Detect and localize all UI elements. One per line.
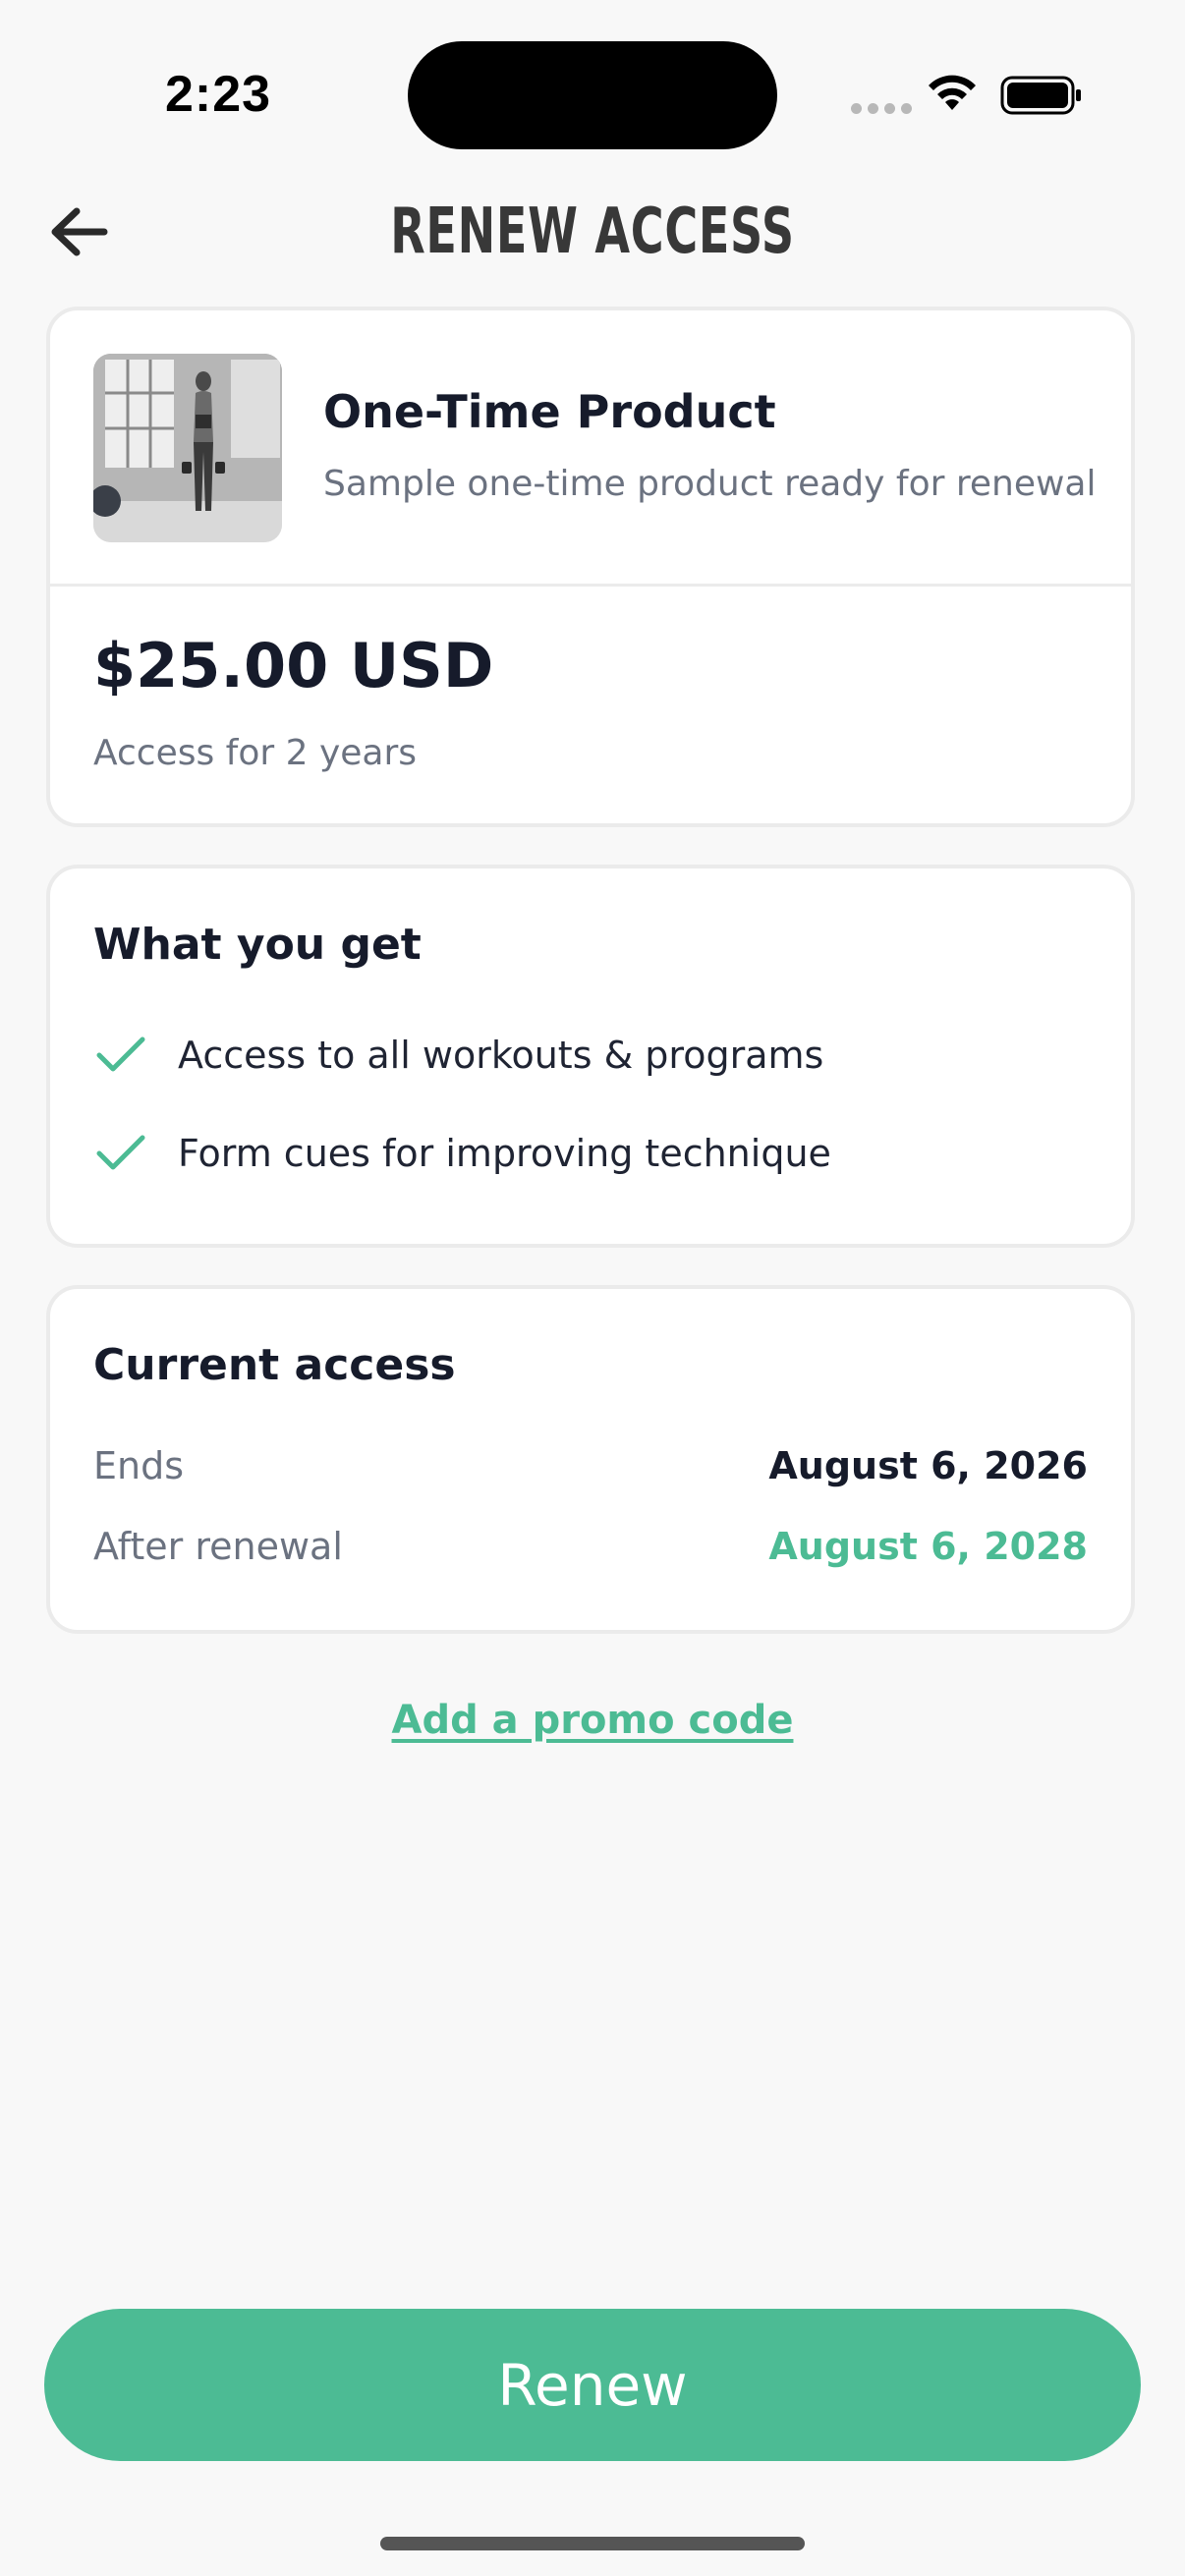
checkmark-icon <box>93 1034 148 1077</box>
product-description: Sample one-time product ready for renewa… <box>323 464 1097 504</box>
status-time: 2:23 <box>165 66 272 123</box>
signal-dots-icon <box>851 103 912 114</box>
access-row-after-renewal: After renewal August 6, 2028 <box>93 1517 1088 1576</box>
dynamic-island <box>408 41 777 149</box>
current-access-heading: Current access <box>93 1340 456 1390</box>
price: $25.00 USD <box>93 630 494 701</box>
current-access-card: Current access Ends August 6, 2026 After… <box>46 1285 1135 1634</box>
product-card: One-Time Product Sample one-time product… <box>46 307 1135 827</box>
access-end-date: August 6, 2026 <box>768 1444 1088 1487</box>
renew-button[interactable]: Renew <box>44 2309 1141 2461</box>
battery-icon <box>1000 76 1081 115</box>
checkmark-icon <box>93 1132 148 1175</box>
wifi-icon <box>929 75 976 110</box>
product-image <box>93 354 282 542</box>
home-indicator <box>380 2537 805 2550</box>
benefit-item: Access to all workouts & programs <box>93 1026 823 1085</box>
promo-code-link[interactable]: Add a promo code <box>0 1698 1185 1743</box>
status-bar: 2:23 <box>0 0 1185 187</box>
access-renewal-date: August 6, 2028 <box>768 1525 1088 1568</box>
access-label: Ends <box>93 1444 185 1487</box>
access-label: After renewal <box>93 1525 343 1568</box>
back-button[interactable] <box>39 196 118 267</box>
benefits-card: What you get Access to all workouts & pr… <box>46 865 1135 1248</box>
benefit-item: Form cues for improving technique <box>93 1124 831 1183</box>
benefits-heading: What you get <box>93 920 422 970</box>
divider <box>50 584 1131 587</box>
arrow-left-icon <box>51 207 108 256</box>
benefit-text: Access to all workouts & programs <box>178 1034 824 1077</box>
benefit-text: Form cues for improving technique <box>178 1132 831 1175</box>
product-name: One-Time Product <box>323 385 776 438</box>
access-row-ends: Ends August 6, 2026 <box>93 1436 1088 1495</box>
page-title: RENEW ACCESS <box>390 196 795 268</box>
access-duration: Access for 2 years <box>93 733 418 773</box>
